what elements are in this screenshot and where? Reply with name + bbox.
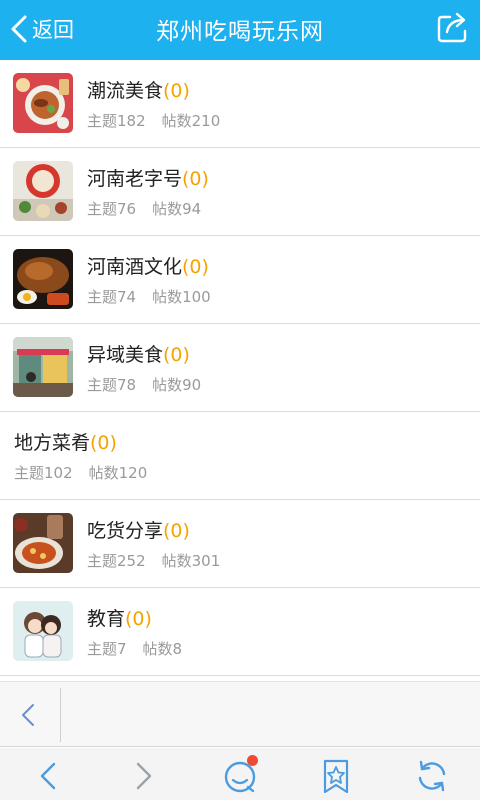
chevron-left-icon bbox=[22, 704, 34, 726]
list-item[interactable]: 教育(0) 主题7 帖数8 bbox=[0, 588, 480, 676]
nav-back-button[interactable] bbox=[28, 756, 68, 796]
topic-count: 主题74 bbox=[87, 288, 137, 306]
forum-stats: 主题76 帖数94 bbox=[87, 198, 201, 219]
forum-list: 潮流美食(0) 主题182 帖数210 河南老字号(0) 主题76 帖数94 河… bbox=[0, 60, 480, 676]
post-count: 帖数94 bbox=[152, 200, 202, 218]
forum-stats: 主题74 帖数100 bbox=[87, 286, 211, 307]
nav-forward-button[interactable] bbox=[124, 756, 164, 796]
forum-count: (0) bbox=[182, 168, 209, 190]
chat-button[interactable] bbox=[220, 755, 260, 796]
topic-count: 主题102 bbox=[14, 464, 73, 482]
notification-badge bbox=[247, 755, 258, 766]
forum-thumbnail bbox=[13, 249, 73, 309]
post-count: 帖数8 bbox=[142, 640, 183, 658]
forum-stats: 主题78 帖数90 bbox=[87, 374, 201, 395]
forum-thumbnail bbox=[13, 73, 73, 133]
page-title: 郑州吃喝玩乐网 bbox=[156, 19, 324, 45]
divider bbox=[60, 688, 61, 742]
collapse-button[interactable] bbox=[14, 698, 44, 732]
forum-stats: 主题182 帖数210 bbox=[87, 110, 220, 131]
list-item[interactable]: 地方菜肴(0) 主题102 帖数120 bbox=[0, 412, 480, 500]
bookmark-button[interactable] bbox=[316, 756, 356, 796]
forum-count: (0) bbox=[90, 432, 117, 454]
forum-thumbnail bbox=[13, 601, 73, 661]
topic-count: 主题78 bbox=[87, 376, 137, 394]
post-count: 帖数100 bbox=[152, 288, 211, 306]
topic-count: 主题7 bbox=[87, 640, 127, 658]
list-item[interactable]: 吃货分享(0) 主题252 帖数301 bbox=[0, 500, 480, 588]
topic-count: 主题252 bbox=[87, 552, 146, 570]
back-arrow-icon bbox=[40, 762, 56, 790]
browser-toolbar bbox=[0, 748, 480, 800]
forum-name: 吃货分享(0) bbox=[87, 520, 190, 542]
topic-count: 主题76 bbox=[87, 200, 137, 218]
forum-stats: 主题7 帖数8 bbox=[87, 638, 182, 659]
post-count: 帖数120 bbox=[88, 464, 148, 482]
forward-arrow-icon bbox=[136, 762, 152, 790]
share-icon bbox=[437, 12, 467, 43]
forum-thumbnail bbox=[13, 337, 73, 397]
forum-count: (0) bbox=[163, 80, 190, 102]
list-item[interactable]: 异域美食(0) 主题78 帖数90 bbox=[0, 324, 480, 412]
app-header: 返回 郑州吃喝玩乐网 bbox=[0, 0, 480, 60]
share-button[interactable] bbox=[436, 10, 470, 44]
post-count: 帖数90 bbox=[152, 376, 202, 394]
forum-name: 河南老字号(0) bbox=[87, 168, 209, 190]
list-item[interactable]: 河南酒文化(0) 主题74 帖数100 bbox=[0, 236, 480, 324]
forum-count: (0) bbox=[163, 520, 190, 542]
refresh-button[interactable] bbox=[412, 756, 452, 796]
forum-name: 潮流美食(0) bbox=[87, 80, 190, 102]
forum-name: 地方菜肴(0) bbox=[14, 432, 117, 454]
bookmark-star-icon bbox=[323, 759, 349, 794]
topic-count: 主题182 bbox=[87, 112, 146, 130]
list-item[interactable]: 河南老字号(0) 主题76 帖数94 bbox=[0, 148, 480, 236]
forum-count: (0) bbox=[125, 608, 152, 630]
forum-count: (0) bbox=[182, 256, 209, 278]
bottom-action-bar bbox=[0, 681, 480, 747]
post-count: 帖数210 bbox=[161, 112, 221, 130]
forum-thumbnail bbox=[13, 513, 73, 573]
post-count: 帖数301 bbox=[161, 552, 221, 570]
forum-name: 河南酒文化(0) bbox=[87, 256, 209, 278]
forum-thumbnail bbox=[13, 161, 73, 221]
forum-stats: 主题102 帖数120 bbox=[14, 462, 147, 483]
list-item[interactable]: 潮流美食(0) 主题182 帖数210 bbox=[0, 60, 480, 148]
refresh-icon bbox=[418, 760, 446, 792]
forum-count: (0) bbox=[163, 344, 190, 366]
forum-name: 教育(0) bbox=[87, 608, 152, 630]
forum-stats: 主题252 帖数301 bbox=[87, 550, 220, 571]
forum-name: 异域美食(0) bbox=[87, 344, 190, 366]
